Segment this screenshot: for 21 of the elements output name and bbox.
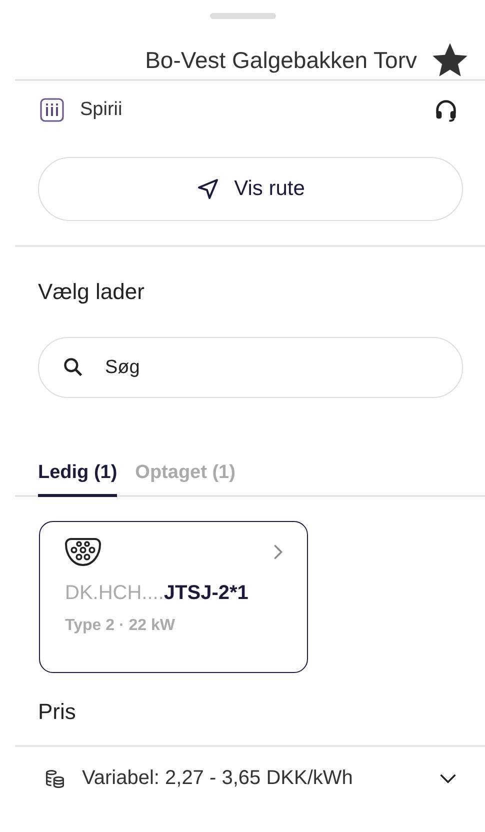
chevron-icon[interactable] xyxy=(439,773,457,784)
connector-plug-icon xyxy=(65,536,101,568)
drag-handle[interactable] xyxy=(210,13,276,19)
chevron-right-icon xyxy=(273,543,283,561)
coins-icon xyxy=(44,768,66,790)
star-icon[interactable] xyxy=(433,43,467,77)
filter-tab[interactable]: Ledig (1) xyxy=(38,458,118,497)
section-heading: Pris xyxy=(37,698,77,726)
route-button[interactable]: Vis rute xyxy=(38,157,463,221)
charger-id: JTSJ-2*1 xyxy=(164,582,248,604)
price-text: Variabel: 2,27 - 3,65 DKK/kWh xyxy=(82,767,353,790)
search-field[interactable]: Søg xyxy=(38,337,463,398)
location-title: Bo-Vest Galgebakken Torv xyxy=(145,46,417,74)
charger-id-prefix: DK.HCH.... xyxy=(65,582,164,604)
charger-details: Type 2 · 22 kW xyxy=(65,617,176,635)
navigation-arrow-icon xyxy=(196,177,220,201)
operator-name: Spirii xyxy=(80,99,122,121)
charger-card[interactable]: DK.HCH....JTSJ-2*1 Type 2 · 22 kW xyxy=(39,521,308,673)
headset-icon[interactable] xyxy=(433,97,459,123)
section-heading: Vælg lader xyxy=(37,278,146,306)
operator-logo-icon xyxy=(40,98,64,122)
